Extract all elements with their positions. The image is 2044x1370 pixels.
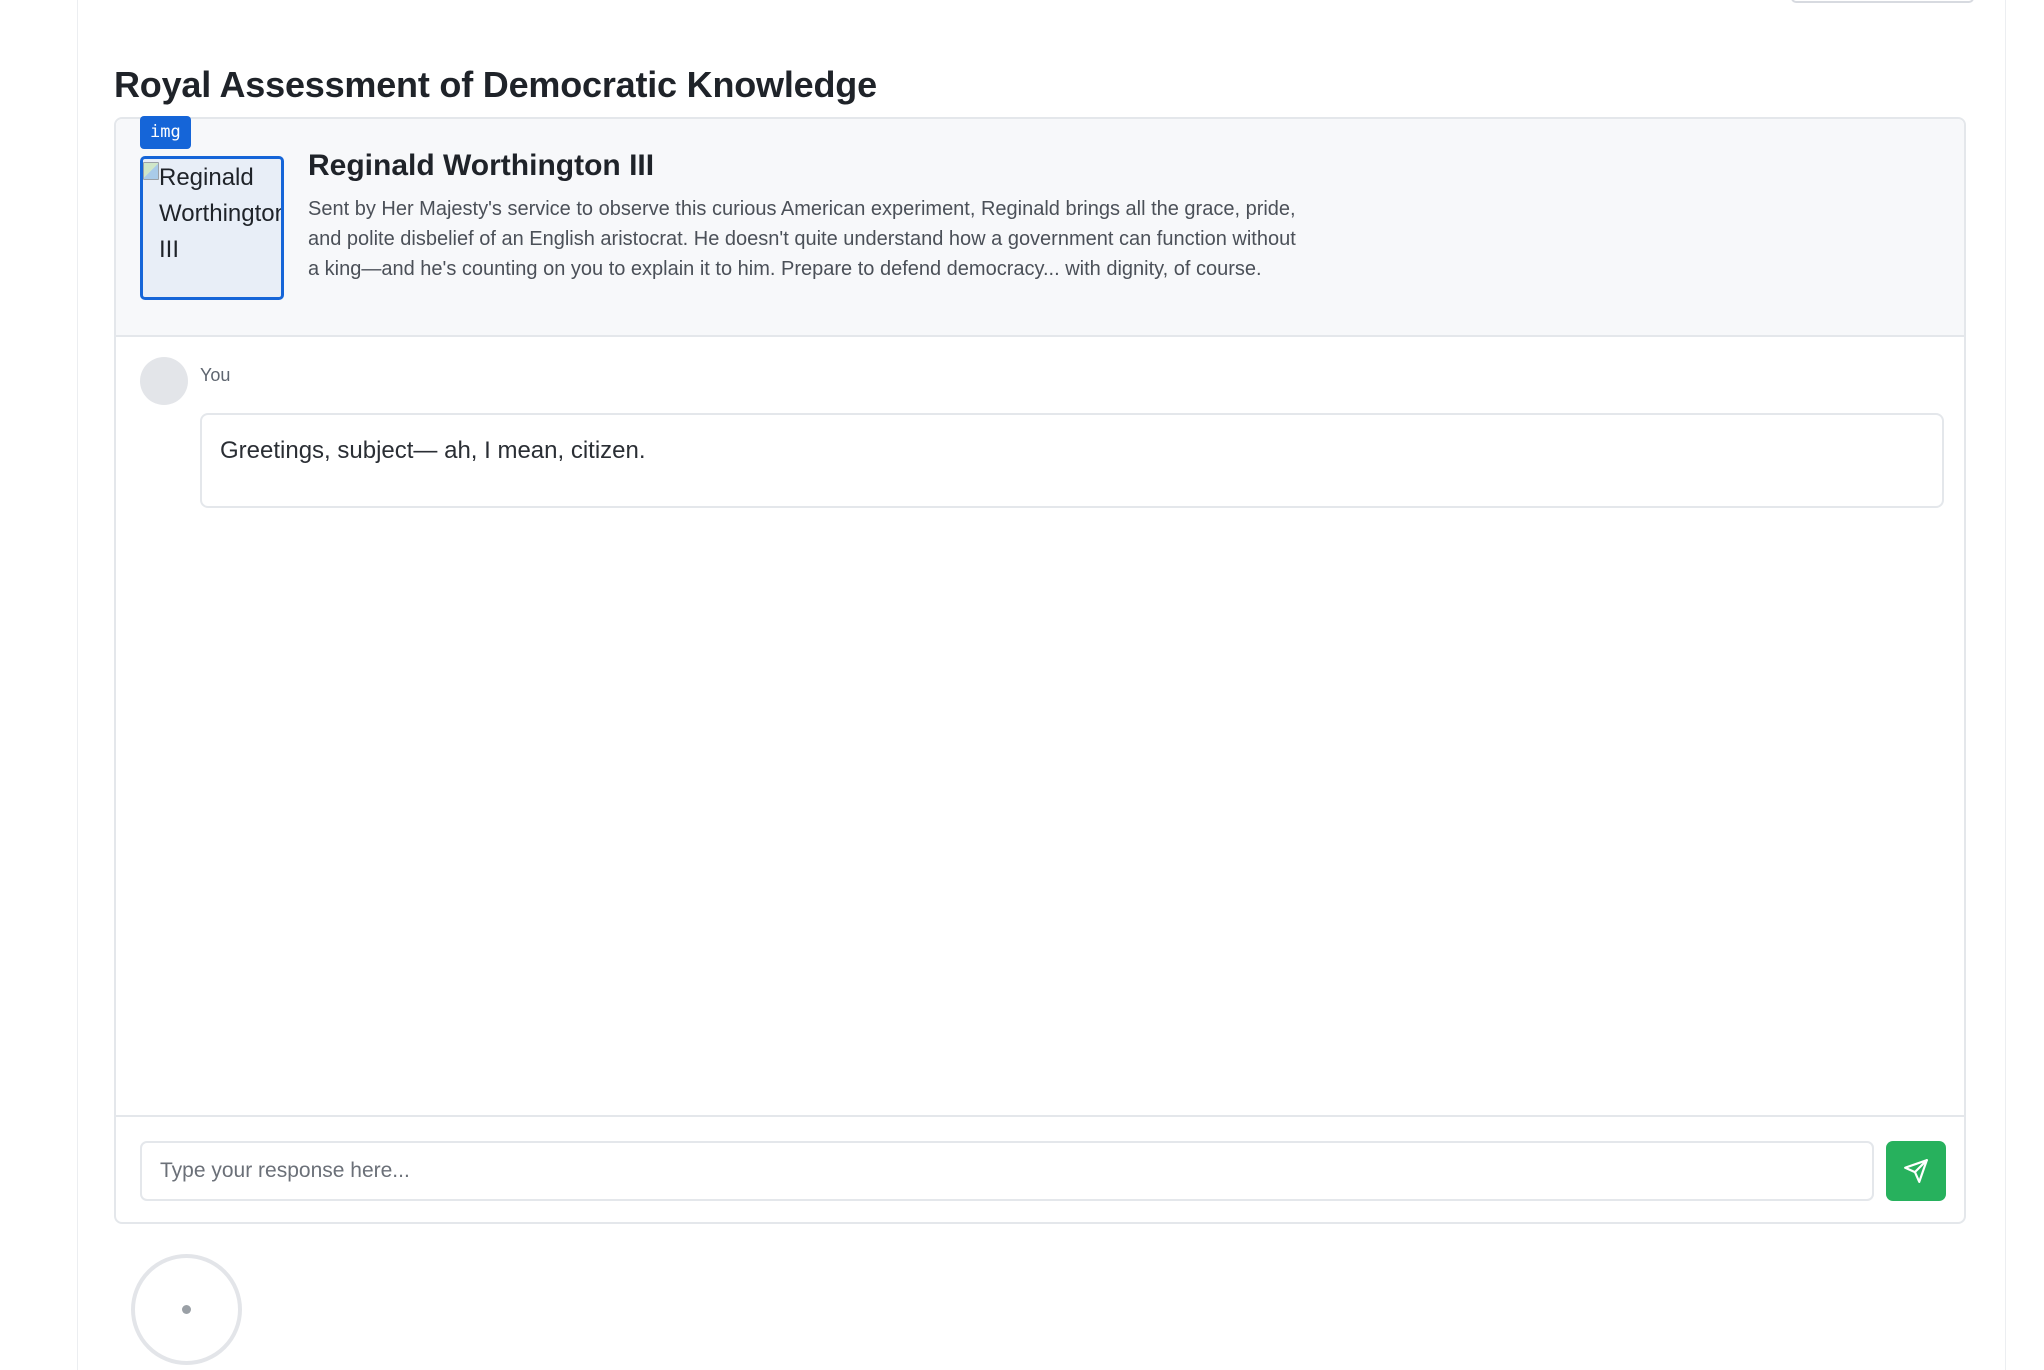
message-bubble: Greetings, subject— ah, I mean, citizen. bbox=[200, 413, 1944, 508]
character-avatar: Reginald Worthington III bbox=[140, 156, 284, 300]
character-description: Sent by Her Majesty's service to observe… bbox=[308, 198, 1296, 280]
top-corner-button[interactable] bbox=[1791, 0, 1974, 3]
loading-spinner bbox=[131, 1254, 242, 1365]
page-title: Royal Assessment of Democratic Knowledge bbox=[114, 64, 877, 105]
img-element-tag: img bbox=[140, 116, 191, 149]
character-name: Reginald Worthington III bbox=[308, 149, 655, 182]
response-input[interactable] bbox=[140, 1141, 1874, 1201]
broken-image-icon bbox=[143, 162, 159, 180]
character-header: Reginald Worthington III img Reginald Wo… bbox=[116, 116, 1964, 337]
send-icon bbox=[1904, 1159, 1928, 1183]
message-composer bbox=[116, 1115, 1964, 1224]
character-avatar-alt-text: Reginald Worthington III bbox=[159, 164, 284, 263]
message-sender: You bbox=[200, 365, 231, 385]
send-button[interactable] bbox=[1886, 1141, 1946, 1201]
chat-panel: Reginald Worthington III img Reginald Wo… bbox=[114, 116, 1966, 1224]
user-avatar bbox=[140, 357, 188, 405]
loading-dot bbox=[182, 1305, 191, 1314]
